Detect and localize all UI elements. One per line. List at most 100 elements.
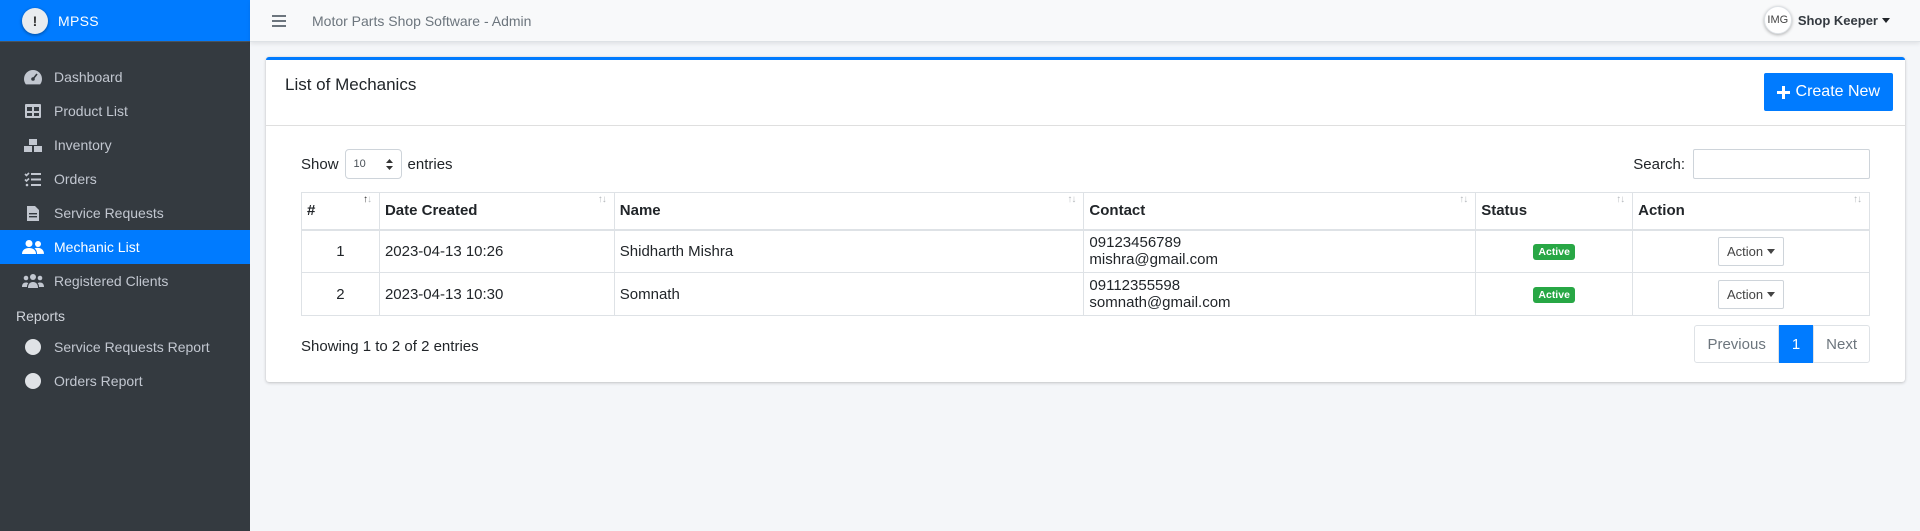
sidebar-item-dashboard[interactable]: Dashboard	[0, 60, 250, 94]
pagination: Previous 1 Next	[1694, 325, 1870, 363]
sort-icon: ↑↓	[1853, 194, 1862, 205]
brand-name: MPSS	[58, 12, 99, 29]
column-header-contact[interactable]: Contact ↑↓	[1083, 192, 1477, 231]
top-navbar: Motor Parts Shop Software - Admin IMG Sh…	[250, 0, 1920, 42]
search-label: Search:	[1633, 155, 1685, 173]
create-new-button[interactable]: Create New	[1763, 73, 1893, 111]
circle-icon	[22, 373, 44, 389]
column-header-name[interactable]: Name ↑↓	[613, 192, 1085, 231]
show-label: Show	[301, 155, 339, 173]
users-icon	[22, 273, 44, 289]
column-header-status[interactable]: Status ↑↓	[1475, 192, 1634, 231]
status-badge: Active	[1533, 244, 1575, 261]
brand-logo: !	[22, 7, 48, 34]
sidebar-header-reports: Reports	[16, 308, 66, 324]
sidebar-nav: Dashboard Product List Inventory Orders …	[0, 60, 250, 398]
mechanics-card: List of Mechanics Create New Show 10 ent…	[266, 57, 1905, 382]
sidebar-item-product-list[interactable]: Product List	[0, 94, 250, 128]
column-label: Name	[619, 202, 661, 220]
contact-phone: 09112355598	[1089, 277, 1181, 294]
hamburger-menu-icon[interactable]	[272, 14, 286, 27]
cell-status: Active	[1475, 229, 1634, 273]
sidebar-item-mechanic-list[interactable]: Mechanic List	[0, 230, 250, 264]
sort-icon: ↑↓	[597, 194, 607, 205]
column-label: Status	[1481, 202, 1528, 220]
sort-icon: ↑↓	[1067, 194, 1076, 205]
sidebar-item-label: Service Requests Report	[54, 339, 210, 355]
sidebar-item-orders[interactable]: Orders	[0, 162, 250, 196]
column-label: Contact	[1089, 202, 1146, 220]
sidebar-item-registered-clients[interactable]: Registered Clients	[0, 264, 250, 298]
user-name: Shop Keeper	[1797, 12, 1878, 28]
mechanics-table: # ↑↓ Date Created ↑↓ Name ↑↓ Contact ↑↓ Stat…	[301, 192, 1870, 316]
cell-action: Action	[1632, 272, 1870, 316]
cell-contact: 09123456789 mishra@gmail.com	[1083, 229, 1477, 273]
column-header-action[interactable]: Action ↑↓	[1632, 192, 1870, 231]
brand[interactable]: ! MPSS	[0, 0, 250, 42]
cell-contact: 09112355598 somnath@gmail.com	[1083, 272, 1477, 316]
user-friends-icon	[22, 239, 44, 255]
cell-date-created: 2023-04-13 10:30	[378, 272, 615, 316]
boxes-icon	[22, 137, 44, 153]
search-input[interactable]	[1693, 149, 1870, 179]
column-label: Action	[1638, 202, 1685, 220]
sort-icon: ↑↓	[1616, 194, 1625, 205]
page-title: List of Mechanics	[285, 75, 417, 94]
caret-down-icon	[1767, 291, 1776, 297]
column-header-number[interactable]: # ↑↓	[301, 192, 380, 231]
sidebar-item-label: Mechanic List	[54, 239, 140, 255]
column-label: Date Created	[384, 202, 478, 220]
caret-down-icon	[1767, 248, 1776, 254]
action-dropdown-button[interactable]: Action	[1717, 236, 1785, 266]
create-new-label: Create New	[1795, 83, 1880, 100]
entries-select[interactable]: 10	[344, 149, 402, 179]
next-page-button[interactable]: Next	[1813, 325, 1870, 363]
cell-name: Somnath	[613, 272, 1085, 316]
sidebar-item-label: Orders Report	[54, 373, 143, 389]
table-controls: Show 10 entries Search:	[301, 149, 1870, 181]
contact-email: mishra@gmail.com	[1089, 251, 1219, 269]
cell-date-created: 2023-04-13 10:26	[378, 229, 615, 273]
app-title: Motor Parts Shop Software - Admin	[312, 12, 532, 29]
action-dropdown-button[interactable]: Action	[1717, 279, 1785, 309]
sort-asc-icon: ↑↓	[362, 194, 372, 205]
tachometer-icon	[22, 69, 44, 85]
sidebar-item-label: Service Requests	[54, 205, 164, 221]
sidebar-item-label: Product List	[54, 103, 128, 119]
sidebar-item-service-requests-report[interactable]: Service Requests Report	[0, 330, 250, 364]
column-label: #	[307, 202, 316, 220]
contact-email: somnath@gmail.com	[1089, 294, 1231, 311]
sidebar-item-orders-report[interactable]: Orders Report	[0, 364, 250, 398]
search-box: Search:	[1633, 149, 1870, 179]
sidebar-item-label: Registered Clients	[54, 273, 169, 289]
entries-label: entries	[407, 155, 453, 173]
action-label: Action	[1726, 243, 1764, 259]
sidebar: ! MPSS Dashboard Product List Inventory	[0, 0, 250, 531]
sidebar-item-label: Orders	[54, 171, 97, 187]
previous-page-button[interactable]: Previous	[1694, 325, 1779, 363]
action-label: Action	[1726, 286, 1764, 302]
page-1-button[interactable]: 1	[1778, 325, 1814, 363]
sidebar-item-inventory[interactable]: Inventory	[0, 128, 250, 162]
list-check-icon	[22, 171, 44, 187]
cell-action: Action	[1632, 229, 1870, 273]
sidebar-item-label: Dashboard	[54, 69, 123, 85]
cell-number: 2	[301, 272, 380, 316]
card-header: List of Mechanics Create New	[266, 60, 1905, 126]
cell-name: Shidharth Mishra	[613, 229, 1085, 273]
table-info: Showing 1 to 2 of 2 entries	[301, 338, 479, 355]
status-badge: Active	[1533, 287, 1575, 303]
updown-icon	[385, 158, 393, 170]
sort-icon: ↑↓	[1459, 194, 1468, 205]
caret-down-icon	[1882, 17, 1890, 23]
entries-length: Show 10 entries	[301, 149, 453, 179]
plus-icon	[1776, 85, 1790, 99]
user-menu[interactable]: IMG Shop Keeper	[1763, 6, 1890, 34]
avatar: IMG	[1763, 6, 1792, 34]
table-row: 2 2023-04-13 10:30 Somnath 09112355598 s…	[301, 272, 1870, 316]
entries-value: 10	[353, 158, 366, 170]
table-row: 1 2023-04-13 10:26 Shidharth Mishra 0912…	[301, 229, 1870, 273]
column-header-date-created[interactable]: Date Created ↑↓	[378, 192, 615, 231]
sidebar-item-service-requests[interactable]: Service Requests	[0, 196, 250, 230]
cell-number: 1	[301, 229, 380, 273]
